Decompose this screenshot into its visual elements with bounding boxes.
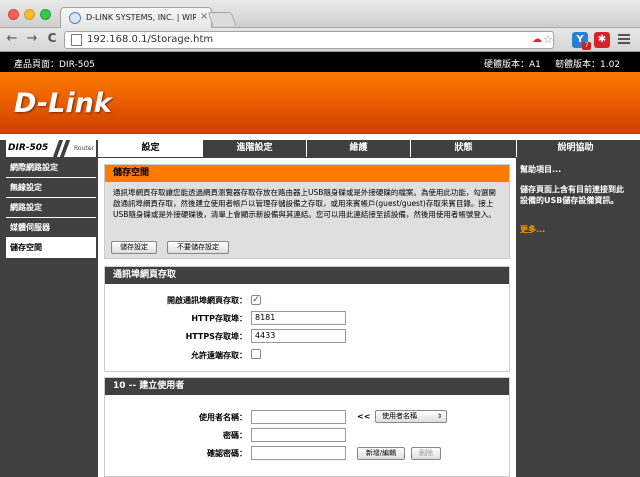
tab-setup[interactable]: 設定	[98, 140, 202, 157]
remote-access-checkbox[interactable]	[251, 349, 261, 359]
tab-advanced[interactable]: 進階設定	[202, 140, 306, 157]
username-select[interactable]: 使用者名稱 ⇕	[375, 410, 447, 423]
dlink-logo: D-Link	[14, 88, 112, 119]
tab-status[interactable]: 狀態	[410, 140, 516, 157]
storage-title: 儲存空間	[105, 165, 509, 182]
enable-web-access-checkbox[interactable]: ✓	[251, 295, 261, 305]
sidebar-item-internet[interactable]: 網際網路設定	[6, 158, 96, 178]
extension-badge: 7	[582, 42, 591, 50]
reload-icon[interactable]: C	[44, 31, 60, 45]
model-name: DIR-505	[8, 143, 49, 153]
firmware-version: 韌體版本：1.02	[555, 60, 621, 70]
web-access-title: 通訊埠網頁存取	[105, 267, 509, 284]
sidebar-item-network[interactable]: 網路設定	[6, 198, 96, 218]
new-tab-button[interactable]	[207, 12, 237, 26]
page-icon	[71, 34, 82, 46]
tab-title: D-LINK SYSTEMS, INC. | WIRE	[86, 13, 196, 22]
web-access-section: 通訊埠網頁存取 開啟通訊埠網頁存取： ✓ HTTP存取埠： 8181 HTTPS…	[104, 266, 510, 372]
create-user-title: 10 -- 建立使用者	[105, 378, 509, 395]
password-input[interactable]	[251, 428, 346, 442]
password-label: 密碼：	[223, 431, 247, 440]
hardware-version: 硬體版本：A1	[484, 60, 541, 70]
http-port-input[interactable]: 8181	[251, 311, 346, 325]
confirm-password-label: 確認密碼：	[207, 449, 247, 458]
browser-tab[interactable]: D-LINK SYSTEMS, INC. | WIRE ×	[60, 7, 212, 29]
close-window-icon[interactable]	[8, 9, 19, 20]
minimize-window-icon[interactable]	[24, 9, 35, 20]
save-settings-button[interactable]: 儲存設定	[111, 241, 157, 254]
confirm-password-input[interactable]	[251, 446, 346, 460]
sidebar-item-wireless[interactable]: 無線設定	[6, 178, 96, 198]
http-port-label: HTTP存取埠：	[191, 314, 247, 323]
delete-button[interactable]: 刪除	[411, 447, 441, 460]
maximize-window-icon[interactable]	[40, 9, 51, 20]
browser-titlebar: D-LINK SYSTEMS, INC. | WIRE ×	[0, 0, 640, 29]
extension2-icon[interactable]: ✱	[594, 32, 610, 48]
top-info-bar: 產品頁面：DIR-505 硬體版本：A1 韌體版本：1.02	[0, 52, 640, 72]
back-icon[interactable]: ←	[4, 31, 20, 46]
main-content: 儲存空間 通訊埠網頁存取讓您能透過網頁瀏覽器存取存放在路由器上USB隨身碟或是外…	[98, 158, 516, 477]
storage-section: 儲存空間 通訊埠網頁存取讓您能透過網頁瀏覽器存取存放在路由器上USB隨身碟或是外…	[104, 164, 510, 259]
url-text: 192.168.0.1/Storage.htm	[87, 34, 214, 45]
username-input[interactable]	[251, 410, 346, 424]
menu-icon[interactable]	[618, 34, 630, 44]
username-label: 使用者名稱：	[199, 413, 247, 422]
router-page: 產品頁面：DIR-505 硬體版本：A1 韌體版本：1.02 D-Link DI…	[0, 52, 640, 477]
help-panel: 幫助項目... 儲存頁面上含有目前連接到此設備的USB儲存設備資訊。 更多...	[516, 158, 634, 477]
tab-maintenance[interactable]: 維護	[306, 140, 410, 157]
sidebar-item-storage[interactable]: 儲存空間	[6, 238, 96, 258]
model-label: DIR-505 Router	[6, 140, 96, 157]
browser-toolbar: ← → C 192.168.0.1/Storage.htm ☁ ☆ Y 7 ✱	[0, 28, 640, 52]
tab-help[interactable]: 說明協助	[516, 140, 634, 157]
select-arrows-icon: ⇕	[436, 413, 442, 420]
copy-arrows[interactable]: <<	[357, 412, 370, 421]
forward-icon[interactable]: →	[24, 31, 40, 46]
help-title: 幫助項目...	[520, 165, 562, 174]
remote-access-label: 允許遠端存取：	[191, 351, 247, 360]
username-select-value: 使用者名稱	[382, 412, 417, 420]
address-bar[interactable]: 192.168.0.1/Storage.htm ☁ ☆	[64, 31, 554, 49]
sidebar: 網際網路設定 無線設定 網路設定 媒體伺服器 儲存空間	[6, 158, 96, 477]
router-label: Router	[74, 145, 94, 152]
dont-save-settings-button[interactable]: 不要儲存設定	[167, 241, 229, 254]
star-icon[interactable]: ☆	[543, 33, 553, 46]
dlink-favicon-icon	[69, 12, 81, 24]
add-edit-button[interactable]: 新增/編輯	[357, 447, 405, 460]
product-page-label: 產品頁面：DIR-505	[14, 60, 95, 70]
help-text: 儲存頁面上含有目前連接到此設備的USB儲存設備資訊。	[520, 185, 624, 205]
cloud-icon[interactable]: ☁	[532, 34, 542, 45]
help-more-link[interactable]: 更多...	[520, 224, 545, 235]
https-port-input[interactable]: 4433	[251, 329, 346, 343]
enable-web-access-label: 開啟通訊埠網頁存取：	[167, 296, 247, 305]
https-port-label: HTTPS存取埠：	[185, 332, 247, 341]
create-user-section: 10 -- 建立使用者 使用者名稱： << 使用者名稱 ⇕ 密碼： 確認密碼： …	[104, 377, 510, 477]
storage-description: 通訊埠網頁存取讓您能透過網頁瀏覽器存取存放在路由器上USB隨身碟或是外接硬碟的檔…	[113, 188, 496, 219]
sidebar-item-media-server[interactable]: 媒體伺服器	[6, 218, 96, 238]
